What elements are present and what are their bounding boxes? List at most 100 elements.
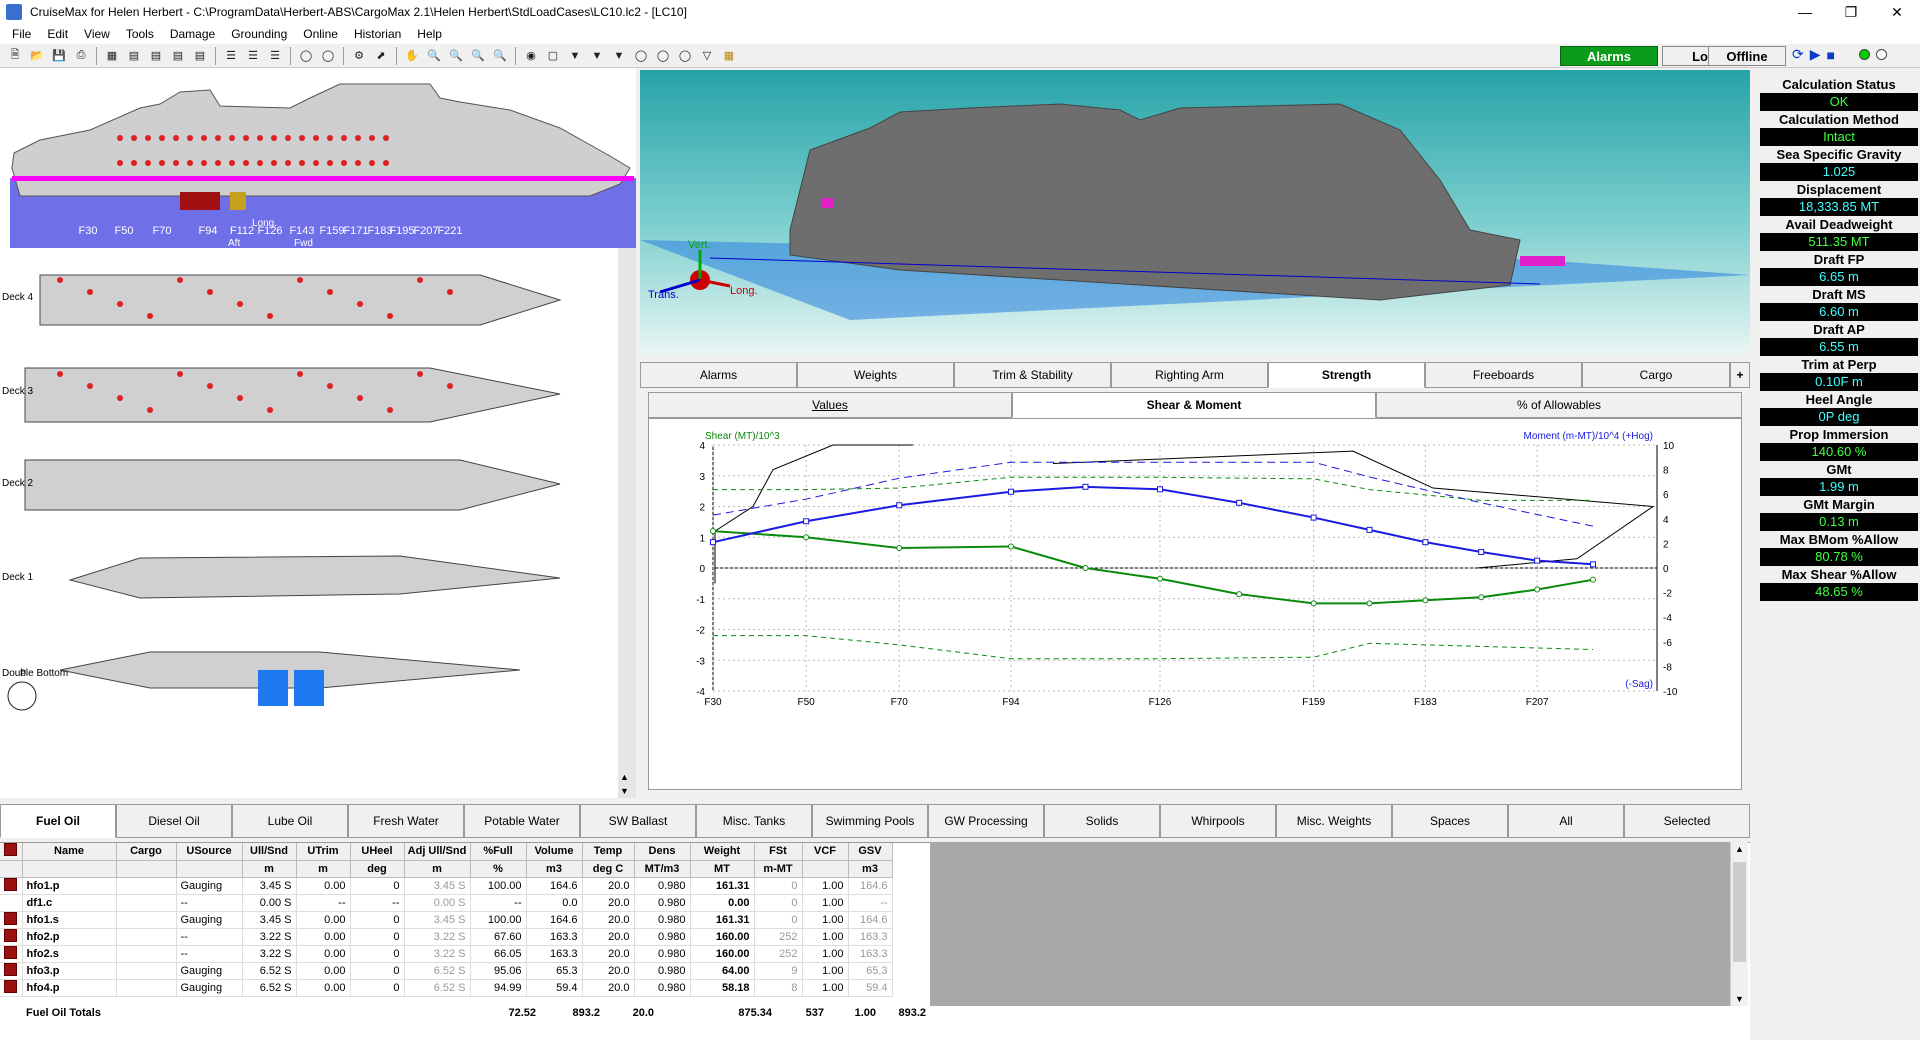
table-cell[interactable]: 0.00 bbox=[296, 911, 351, 929]
menu-file[interactable]: File bbox=[4, 27, 39, 41]
table-cell[interactable]: 95.06 bbox=[470, 962, 527, 980]
table-cell[interactable] bbox=[116, 945, 177, 963]
cube-icon[interactable]: ▢ bbox=[543, 46, 563, 66]
table-row[interactable]: hfo3.p Gauging 6.52 S 0.00 0 6.52 S 95.06 65.3 2… bbox=[0, 962, 893, 980]
table-cell[interactable]: 20.0 bbox=[582, 928, 635, 946]
table-cell[interactable]: 59.4 bbox=[848, 979, 893, 997]
bottom-tab-fuel-oil[interactable]: Fuel Oil bbox=[0, 804, 116, 838]
filter-icon[interactable]: ▽ bbox=[697, 46, 717, 66]
table-cell[interactable]: 59.4 bbox=[526, 979, 583, 997]
table-cell[interactable]: 0.00 bbox=[296, 945, 351, 963]
table-cell[interactable]: 1.00 bbox=[802, 928, 849, 946]
bottom-tab-potable-water[interactable]: Potable Water bbox=[464, 804, 580, 838]
table-cell[interactable]: 8 bbox=[754, 979, 803, 997]
table-cell[interactable]: 164.6 bbox=[526, 911, 583, 929]
ship-view1-icon[interactable]: ▼ bbox=[565, 46, 585, 66]
table-cell[interactable]: 0.00 S bbox=[404, 894, 471, 912]
deck-plan-shape[interactable] bbox=[24, 459, 561, 511]
bottom-tab-sw-ballast[interactable]: SW Ballast bbox=[580, 804, 696, 838]
table-cell[interactable]: 0 bbox=[754, 911, 803, 929]
table-cell[interactable]: 6.52 S bbox=[404, 962, 471, 980]
table-cell[interactable]: hfo3.p bbox=[22, 962, 117, 980]
close-icon[interactable]: ✕ bbox=[1874, 0, 1920, 24]
ship-view4-icon[interactable]: ◯ bbox=[631, 46, 651, 66]
layers3-icon[interactable]: ☰ bbox=[265, 46, 285, 66]
table-cell[interactable]: 1.00 bbox=[802, 911, 849, 929]
print-icon[interactable]: ⎙ bbox=[71, 46, 91, 66]
table-cell[interactable]: 0.980 bbox=[634, 962, 691, 980]
table-cell[interactable]: 3.45 S bbox=[242, 911, 297, 929]
menu-view[interactable]: View bbox=[76, 27, 118, 41]
table-cell[interactable]: 160.00 bbox=[690, 928, 755, 946]
table-cell[interactable]: 9 bbox=[754, 962, 803, 980]
table-cell[interactable] bbox=[116, 877, 177, 895]
table-cell[interactable]: Gauging bbox=[176, 911, 243, 929]
table-cell[interactable]: 58.18 bbox=[690, 979, 755, 997]
table-cell[interactable]: 0 bbox=[350, 945, 405, 963]
table-cell[interactable]: hfo1.s bbox=[22, 911, 117, 929]
bottom-tab-spaces[interactable]: Spaces bbox=[1392, 804, 1508, 838]
menu-help[interactable]: Help bbox=[409, 27, 450, 41]
table-cell[interactable]: 1.00 bbox=[802, 962, 849, 980]
table-cell[interactable]: Gauging bbox=[176, 877, 243, 895]
add-tab-button[interactable]: + bbox=[1730, 362, 1750, 388]
table-cell[interactable]: 0.980 bbox=[634, 945, 691, 963]
subtab-shear-moment[interactable]: Shear & Moment bbox=[1012, 392, 1376, 418]
deck-plan-shape[interactable] bbox=[68, 555, 561, 599]
scroll-down-icon[interactable]: ▼ bbox=[1735, 994, 1744, 1004]
table-cell[interactable]: 0 bbox=[350, 877, 405, 895]
table-cell[interactable]: -- bbox=[470, 894, 527, 912]
table-cell[interactable]: -- bbox=[176, 945, 243, 963]
tab-trim-stability[interactable]: Trim & Stability bbox=[954, 362, 1111, 388]
table-cell[interactable]: 0.980 bbox=[634, 979, 691, 997]
report-lt-icon[interactable]: ▤ bbox=[146, 46, 166, 66]
table-cell[interactable]: 163.3 bbox=[526, 945, 583, 963]
table-cell[interactable] bbox=[116, 911, 177, 929]
table-cell[interactable] bbox=[116, 894, 177, 912]
table-cell[interactable]: 20.0 bbox=[582, 894, 635, 912]
tab-freeboards[interactable]: Freeboards bbox=[1425, 362, 1582, 388]
tab-weights[interactable]: Weights bbox=[797, 362, 954, 388]
layers2-icon[interactable]: ☰ bbox=[243, 46, 263, 66]
zoom-window-icon[interactable]: 🔍 bbox=[446, 46, 466, 66]
table-cell[interactable]: 6.52 S bbox=[242, 979, 297, 997]
ship-view3-icon[interactable]: ▼ bbox=[609, 46, 629, 66]
bottom-tab-misc-weights[interactable]: Misc. Weights bbox=[1276, 804, 1392, 838]
column-header[interactable]: GSV bbox=[848, 843, 893, 861]
column-header[interactable]: Name bbox=[22, 843, 117, 861]
table-cell[interactable]: -- bbox=[848, 894, 893, 912]
table-cell[interactable]: 0.00 bbox=[690, 894, 755, 912]
table-row[interactable]: hfo2.s -- 3.22 S 0.00 0 3.22 S 66.05 163.3 20.0 0… bbox=[0, 945, 893, 963]
play-icon[interactable]: ▶ bbox=[1810, 46, 1821, 63]
column-header[interactable]: %Full bbox=[470, 843, 527, 861]
table-cell[interactable]: 164.6 bbox=[848, 911, 893, 929]
open-folder-icon[interactable]: 📂 bbox=[27, 46, 47, 66]
table-cell[interactable]: 65.3 bbox=[848, 962, 893, 980]
table-cell[interactable]: 67.60 bbox=[470, 928, 527, 946]
ship-view6-icon[interactable]: ◯ bbox=[675, 46, 695, 66]
scroll-down-icon[interactable]: ▼ bbox=[620, 786, 629, 796]
tab-cargo[interactable]: Cargo bbox=[1582, 362, 1730, 388]
column-header[interactable]: UHeel bbox=[350, 843, 405, 861]
bottom-tab-misc-tanks[interactable]: Misc. Tanks bbox=[696, 804, 812, 838]
table-cell[interactable]: 1.00 bbox=[802, 877, 849, 895]
table-cell[interactable]: 163.3 bbox=[526, 928, 583, 946]
table-cell[interactable]: 6.52 S bbox=[242, 962, 297, 980]
ship-3d-view[interactable]: Vert. Trans. Long. bbox=[640, 70, 1750, 355]
tab-alarms[interactable]: Alarms bbox=[640, 362, 797, 388]
table-icon[interactable]: ▦ bbox=[102, 46, 122, 66]
sphere-icon[interactable]: ◉ bbox=[521, 46, 541, 66]
bottom-tab-fresh-water[interactable]: Fresh Water bbox=[348, 804, 464, 838]
report-kip-icon[interactable]: ▤ bbox=[190, 46, 210, 66]
table-cell[interactable]: 3.22 S bbox=[404, 945, 471, 963]
table-cell[interactable]: -- bbox=[350, 894, 405, 912]
table-cell[interactable]: 164.6 bbox=[848, 877, 893, 895]
bottom-tab-diesel-oil[interactable]: Diesel Oil bbox=[116, 804, 232, 838]
table-cell[interactable]: 161.31 bbox=[690, 877, 755, 895]
table-cell[interactable]: 0.00 S bbox=[242, 894, 297, 912]
ship-view2-icon[interactable]: ▼ bbox=[587, 46, 607, 66]
menu-historian[interactable]: Historian bbox=[346, 27, 409, 41]
menu-damage[interactable]: Damage bbox=[162, 27, 223, 41]
table-cell[interactable]: -- bbox=[176, 928, 243, 946]
table-cell[interactable]: 66.05 bbox=[470, 945, 527, 963]
